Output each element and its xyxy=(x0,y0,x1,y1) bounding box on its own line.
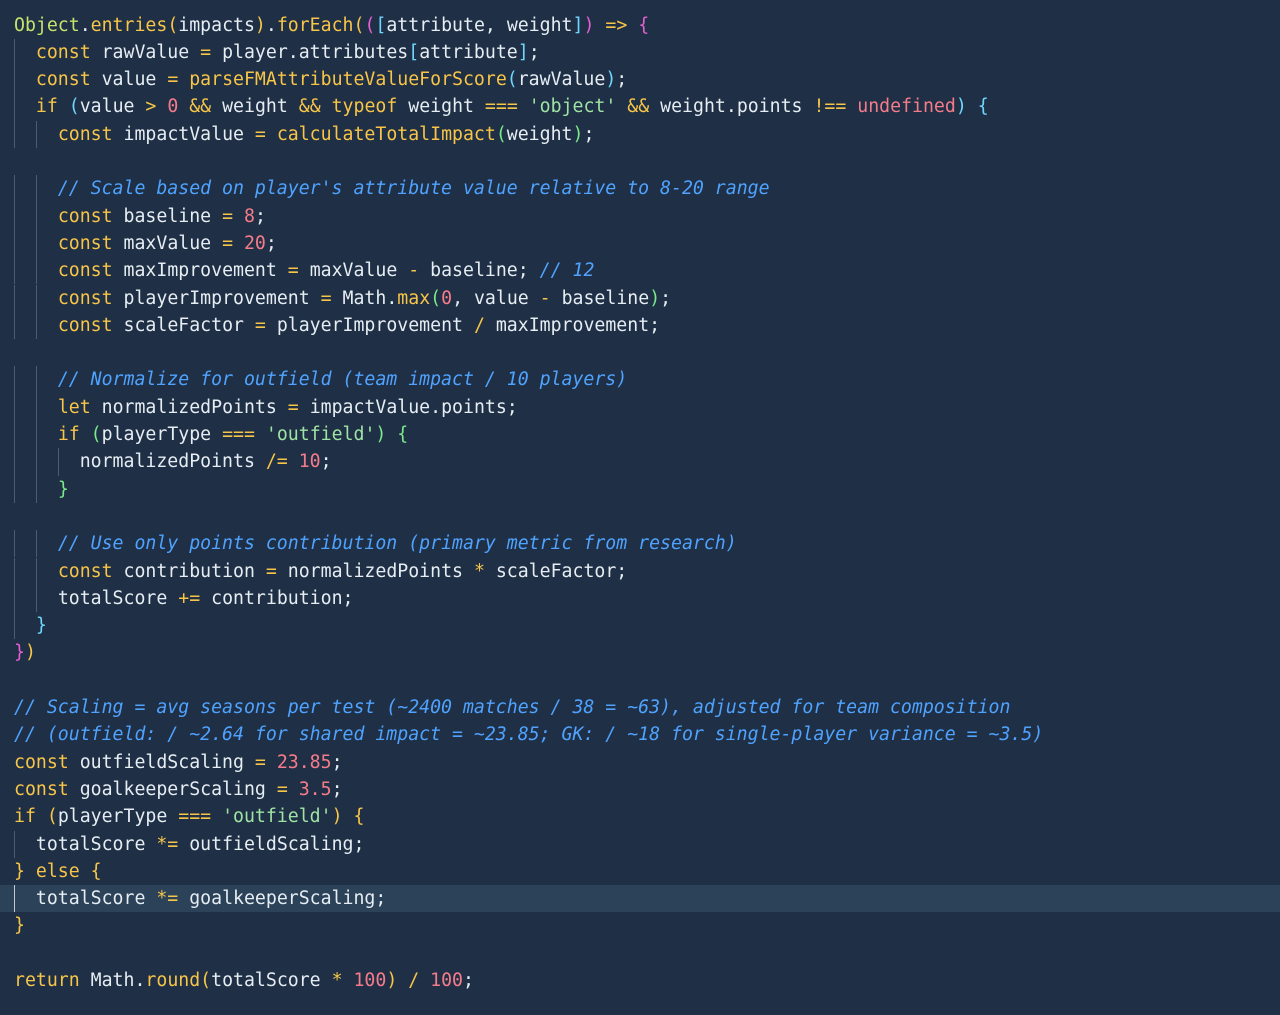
code-line[interactable] xyxy=(0,339,1280,366)
code-text: } xyxy=(35,615,47,637)
code-line[interactable]: const goalkeeperScaling = 3.5; xyxy=(0,776,1280,803)
code-line[interactable]: // Normalize for outfield (team impact /… xyxy=(0,366,1280,394)
code-text: } xyxy=(14,915,25,937)
code-text: totalScore += contribution; xyxy=(57,587,354,609)
code-line[interactable]: const rawValue = player.attributes[attri… xyxy=(0,38,1280,67)
code-text: // Scaling = avg seasons per test (~2400… xyxy=(14,697,1011,718)
code-text: const scaleFactor = playerImprovement / … xyxy=(57,314,661,336)
code-line[interactable]: const outfieldScaling = 23.85; xyxy=(0,749,1280,776)
code-text: }) xyxy=(14,642,36,664)
code-line[interactable]: totalScore *= goalkeeperScaling; xyxy=(0,885,1280,913)
code-text: const maxImprovement = maxValue - baseli… xyxy=(57,260,595,282)
code-text: normalizedPoints /= 10; xyxy=(79,451,332,473)
code-text: const value = parseFMAttributeValueForSc… xyxy=(35,69,628,91)
code-line[interactable]: const contribution = normalizedPoints * … xyxy=(0,557,1280,585)
code-line[interactable]: // Scaling = avg seasons per test (~2400… xyxy=(0,694,1280,721)
code-line[interactable]: const impactValue = calculateTotalImpact… xyxy=(0,120,1280,148)
code-line[interactable]: if (value > 0 && weight && typeof weight… xyxy=(0,93,1280,121)
code-line[interactable]: if (playerType === 'outfield') { xyxy=(0,421,1280,449)
code-line[interactable]: } xyxy=(0,475,1280,503)
code-line[interactable]: // Scale based on player's attribute val… xyxy=(0,175,1280,203)
code-line[interactable]: normalizedPoints /= 10; xyxy=(0,448,1280,476)
code-text: // Scale based on player's attribute val… xyxy=(57,178,770,200)
code-line[interactable]: const scaleFactor = playerImprovement / … xyxy=(0,311,1280,340)
code-line[interactable]: } else { xyxy=(0,858,1280,885)
code-line[interactable]: totalScore += contribution; xyxy=(0,584,1280,613)
code-line[interactable]: Object.entries(impacts).forEach(([attrib… xyxy=(0,12,1280,39)
code-text: } else { xyxy=(14,860,102,882)
code-line[interactable]: // Use only points contribution (primary… xyxy=(0,530,1280,558)
code-line[interactable]: let normalizedPoints = impactValue.point… xyxy=(0,393,1280,421)
code-line[interactable] xyxy=(0,148,1280,175)
code-line[interactable]: } xyxy=(0,612,1280,640)
code-text: const goalkeeperScaling = 3.5; xyxy=(14,778,343,800)
code-text: Object.entries(impacts).forEach(([attrib… xyxy=(14,14,650,36)
code-text: const outfieldScaling = 23.85; xyxy=(14,751,343,773)
code-line[interactable]: const maxValue = 20; xyxy=(0,229,1280,258)
code-text: // Normalize for outfield (team impact /… xyxy=(57,369,628,391)
code-text: const contribution = normalizedPoints * … xyxy=(57,560,628,582)
code-line[interactable] xyxy=(0,667,1280,694)
code-text: if (playerType === 'outfield') { xyxy=(14,806,365,828)
code-editor[interactable]: Object.entries(impacts).forEach(([attrib… xyxy=(0,0,1280,1015)
code-text: totalScore *= goalkeeperScaling; xyxy=(35,888,387,910)
code-text: const impactValue = calculateTotalImpact… xyxy=(57,123,595,145)
code-text: const baseline = 8; xyxy=(57,205,266,227)
code-line[interactable] xyxy=(0,503,1280,530)
code-line[interactable]: if (playerType === 'outfield') { xyxy=(0,803,1280,830)
code-line[interactable]: const maxImprovement = maxValue - baseli… xyxy=(0,257,1280,285)
code-line[interactable] xyxy=(0,940,1280,967)
code-text: const rawValue = player.attributes[attri… xyxy=(35,41,540,63)
code-text: totalScore *= outfieldScaling; xyxy=(35,833,365,855)
code-line[interactable]: totalScore *= outfieldScaling; xyxy=(0,830,1280,858)
code-text: if (value > 0 && weight && typeof weight… xyxy=(35,96,989,118)
code-line[interactable]: // (outfield: / ~2.64 for shared impact … xyxy=(0,721,1280,748)
code-text: } xyxy=(57,478,69,500)
code-line[interactable]: return Math.round(totalScore * 100) / 10… xyxy=(0,967,1280,994)
code-line[interactable]: } xyxy=(0,912,1280,939)
code-text: // Use only points contribution (primary… xyxy=(57,533,737,555)
code-line[interactable]: }) xyxy=(0,639,1280,666)
code-text: if (playerType === 'outfield') { xyxy=(57,424,409,445)
code-text: let normalizedPoints = impactValue.point… xyxy=(57,396,518,418)
code-text: // (outfield: / ~2.64 for shared impact … xyxy=(14,724,1044,746)
code-text: return Math.round(totalScore * 100) / 10… xyxy=(14,970,474,991)
code-line[interactable]: const playerImprovement = Math.max(0, va… xyxy=(0,284,1280,312)
code-text: const maxValue = 20; xyxy=(57,232,277,254)
code-line[interactable]: const baseline = 8; xyxy=(0,202,1280,230)
code-line[interactable]: const value = parseFMAttributeValueForSc… xyxy=(0,66,1280,94)
code-text: const playerImprovement = Math.max(0, va… xyxy=(57,287,672,309)
